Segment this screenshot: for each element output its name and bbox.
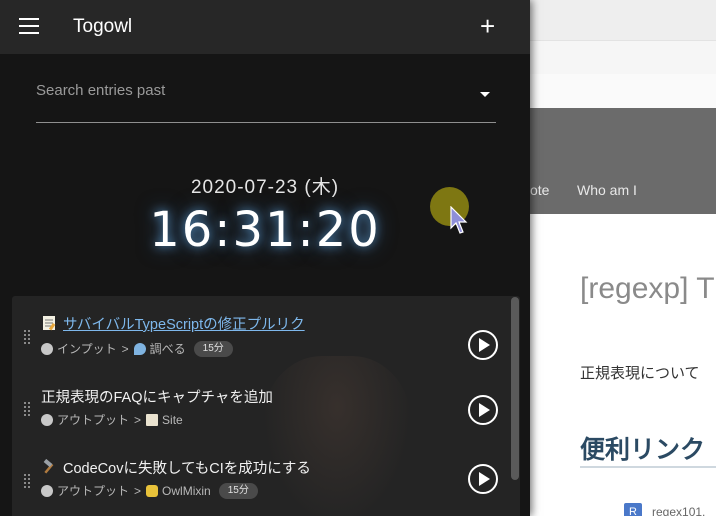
background-article-title: [regexp] T: [580, 272, 715, 305]
drag-handle-icon[interactable]: [24, 330, 32, 346]
dropdown-caret-icon[interactable]: [480, 92, 490, 97]
entry-meta: アウトプット > OwlMixin 15分: [41, 482, 258, 499]
skull-icon: [41, 413, 53, 426]
app-title: Togowl: [73, 16, 133, 37]
list-item[interactable]: CodeCovに失敗してもCIを成功にする アウトプット > OwlMixin …: [12, 449, 512, 516]
list-item[interactable]: サバイバルTypeScriptの修正プルリク インプット > 調べる 15分: [12, 304, 512, 374]
background-subbar: [530, 74, 716, 108]
background-toolbar-band: [530, 40, 716, 74]
owl-icon: [146, 484, 159, 497]
app-bar: Togowl +: [0, 0, 530, 54]
list-item[interactable]: 正規表現のFAQにキャプチャを追加 アウトプット > Site: [12, 377, 512, 447]
background-section-heading: 便利リンク: [580, 436, 706, 464]
entry-meta: インプット > 調べる 15分: [41, 340, 233, 357]
list-scrollbar[interactable]: [511, 297, 519, 480]
entry-client: Site: [162, 412, 183, 427]
entry-title[interactable]: CodeCovに失敗してもCIを成功にする: [41, 457, 311, 478]
togowl-panel: Togowl + 2020-07-23 (木) 16:31:20 サバイバルTy…: [0, 0, 530, 516]
play-button[interactable]: [468, 395, 498, 425]
search-entries-field[interactable]: [36, 78, 496, 123]
background-header-band: [530, 0, 716, 40]
entry-title[interactable]: 正規表現のFAQにキャプチャを追加: [41, 386, 273, 407]
entry-client: OwlMixin: [162, 483, 211, 498]
duration-badge: 15分: [193, 340, 233, 357]
entries-list: サバイバルTypeScriptの修正プルリク インプット > 調べる 15分 正…: [12, 296, 520, 516]
entry-title-text: CodeCovに失敗してもCIを成功にする: [63, 461, 311, 477]
background-nav-bar: [530, 108, 716, 214]
search-input[interactable]: [36, 82, 456, 99]
skull-icon: [41, 342, 53, 355]
play-button[interactable]: [468, 330, 498, 360]
hamburger-menu-icon[interactable]: [19, 18, 39, 34]
entry-meta: アウトプット > Site: [41, 411, 183, 428]
magnifier-icon: [133, 342, 146, 355]
drag-handle-icon[interactable]: [24, 402, 32, 418]
entry-project: アウトプット: [57, 413, 130, 427]
background-intro-text: 正規表現について: [580, 365, 700, 382]
entry-project: インプット: [57, 342, 117, 356]
entry-client: 調べる: [149, 342, 186, 356]
memo-icon: [43, 316, 56, 331]
entry-title-link[interactable]: サバイバルTypeScriptの修正プルリク: [41, 313, 305, 334]
mouse-pointer-icon: [450, 206, 468, 234]
drag-handle-icon[interactable]: [24, 474, 32, 490]
background-link[interactable]: regex101.: [652, 505, 705, 516]
background-nav-item-who-am-i[interactable]: Who am I: [577, 182, 637, 198]
duration-badge: 15分: [218, 482, 258, 499]
background-link-favicon: R: [624, 503, 642, 516]
meta-separator: >: [134, 483, 142, 498]
entry-project: アウトプット: [57, 484, 130, 498]
meta-separator: >: [134, 412, 142, 427]
hammer-icon: [43, 459, 54, 474]
entry-title-text: サバイバルTypeScriptの修正プルリク: [63, 317, 305, 333]
background-heading-underline: [580, 466, 716, 468]
background-nav-item-note[interactable]: ote: [530, 182, 549, 198]
skull-icon: [41, 484, 53, 497]
meta-separator: >: [121, 341, 129, 356]
play-button[interactable]: [468, 464, 498, 494]
plus-icon[interactable]: +: [480, 13, 495, 39]
scroll-icon: [146, 413, 159, 426]
